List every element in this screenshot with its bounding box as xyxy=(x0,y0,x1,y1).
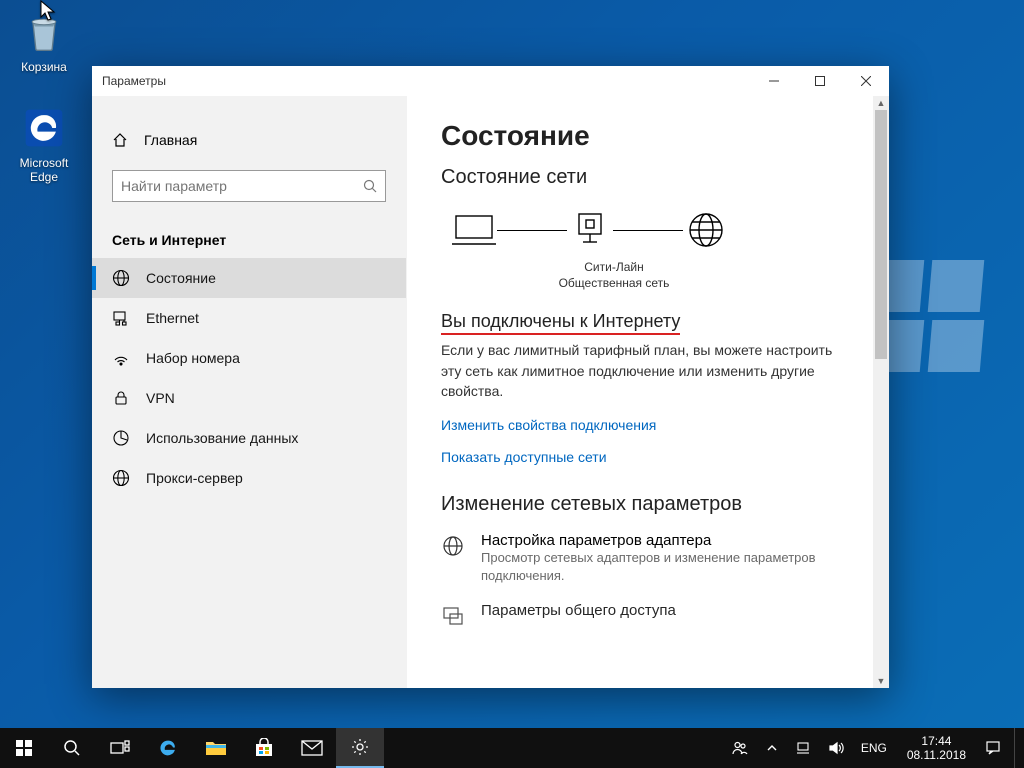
sidebar-section-title: Сеть и Интернет xyxy=(92,218,406,258)
router-icon xyxy=(567,207,613,253)
mouse-cursor xyxy=(40,0,58,22)
show-desktop-button[interactable] xyxy=(1014,728,1020,768)
link-show-available-networks[interactable]: Показать доступные сети xyxy=(441,449,855,465)
connected-heading: Вы подключены к Интернету xyxy=(441,311,680,332)
window-title: Параметры xyxy=(102,74,751,88)
home-label: Главная xyxy=(144,132,197,148)
language-indicator[interactable]: ENG xyxy=(857,741,891,755)
option-adapter-settings[interactable]: Настройка параметров адаптера Просмотр с… xyxy=(441,532,855,585)
scroll-thumb[interactable] xyxy=(875,110,887,359)
computer-icon xyxy=(451,207,497,253)
close-button[interactable] xyxy=(843,66,889,96)
nav-label: VPN xyxy=(146,390,175,406)
taskbar-settings-button[interactable] xyxy=(336,728,384,768)
option-description: Просмотр сетевых адаптеров и изменение п… xyxy=(481,549,821,585)
microsoft-edge-icon[interactable]: Microsoft Edge xyxy=(6,104,82,184)
titlebar[interactable]: Параметры xyxy=(92,66,889,96)
proxy-icon xyxy=(112,469,130,487)
sidebar: Главная Сеть и Интернет Состояние Ethern… xyxy=(92,96,407,688)
network-caption: Сити-Лайн Общественная сеть xyxy=(551,259,677,291)
search-input[interactable] xyxy=(121,178,363,194)
home-button[interactable]: Главная xyxy=(92,126,406,154)
red-underline-annotation xyxy=(441,333,680,335)
globe-icon xyxy=(683,207,729,253)
page-title: Состояние xyxy=(441,120,855,152)
clock[interactable]: 17:44 08.11.2018 xyxy=(901,734,972,763)
taskbar-edge-button[interactable] xyxy=(144,728,192,768)
maximize-button[interactable] xyxy=(797,66,843,96)
nav-label: Ethernet xyxy=(146,310,199,326)
nav-item-vpn[interactable]: VPN xyxy=(92,378,406,418)
option-title: Настройка параметров адаптера xyxy=(481,532,821,549)
home-icon xyxy=(112,132,128,148)
settings-window: Параметры Главная Сеть и Интернет Состоя… xyxy=(92,66,889,688)
nav-item-ethernet[interactable]: Ethernet xyxy=(92,298,406,338)
search-icon xyxy=(363,179,377,193)
nav-label: Состояние xyxy=(146,270,216,286)
section-heading-network-status: Состояние сети xyxy=(441,166,855,189)
taskbar-file-explorer-button[interactable] xyxy=(192,728,240,768)
network-diagram xyxy=(451,207,855,253)
nav-label: Набор номера xyxy=(146,350,240,366)
search-box[interactable] xyxy=(112,170,386,202)
adapter-icon xyxy=(441,532,467,585)
scroll-up-button[interactable]: ▲ xyxy=(873,96,889,110)
main-panel: Состояние Состояние сети Сити-Лайн Общес… xyxy=(407,96,889,688)
section-heading-change-network-settings: Изменение сетевых параметров xyxy=(441,493,855,516)
dialup-icon xyxy=(112,349,130,367)
nav-item-status[interactable]: Состояние xyxy=(92,258,406,298)
option-sharing-settings[interactable]: Параметры общего доступа xyxy=(441,602,855,628)
taskbar-mail-button[interactable] xyxy=(288,728,336,768)
nav-item-dialup[interactable]: Набор номера xyxy=(92,338,406,378)
vpn-icon xyxy=(112,389,130,407)
recycle-bin-label: Корзина xyxy=(6,60,82,74)
taskbar-store-button[interactable] xyxy=(240,728,288,768)
nav-label: Использование данных xyxy=(146,430,298,446)
tray-chevron-up-icon[interactable] xyxy=(761,742,783,754)
minimize-button[interactable] xyxy=(751,66,797,96)
nav-item-proxy[interactable]: Прокси-сервер xyxy=(92,458,406,498)
ethernet-icon xyxy=(112,309,130,327)
data-usage-icon xyxy=(112,429,130,447)
connected-description: Если у вас лимитный тарифный план, вы мо… xyxy=(441,340,841,401)
link-change-connection-properties[interactable]: Изменить свойства подключения xyxy=(441,417,855,433)
nav-item-data-usage[interactable]: Использование данных xyxy=(92,418,406,458)
action-center-icon[interactable] xyxy=(982,740,1004,756)
scroll-down-button[interactable]: ▼ xyxy=(873,674,889,688)
volume-tray-icon[interactable] xyxy=(825,740,847,756)
start-button[interactable] xyxy=(0,728,48,768)
taskbar: ENG 17:44 08.11.2018 xyxy=(0,728,1024,768)
microsoft-edge-label: Microsoft Edge xyxy=(6,156,82,184)
scrollbar[interactable]: ▲ ▼ xyxy=(873,96,889,688)
nav-label: Прокси-сервер xyxy=(146,470,243,486)
people-icon[interactable] xyxy=(729,739,751,757)
sharing-icon xyxy=(441,602,467,628)
option-title: Параметры общего доступа xyxy=(481,602,676,619)
search-button[interactable] xyxy=(48,728,96,768)
network-tray-icon[interactable] xyxy=(793,740,815,756)
task-view-button[interactable] xyxy=(96,728,144,768)
status-icon xyxy=(112,269,130,287)
